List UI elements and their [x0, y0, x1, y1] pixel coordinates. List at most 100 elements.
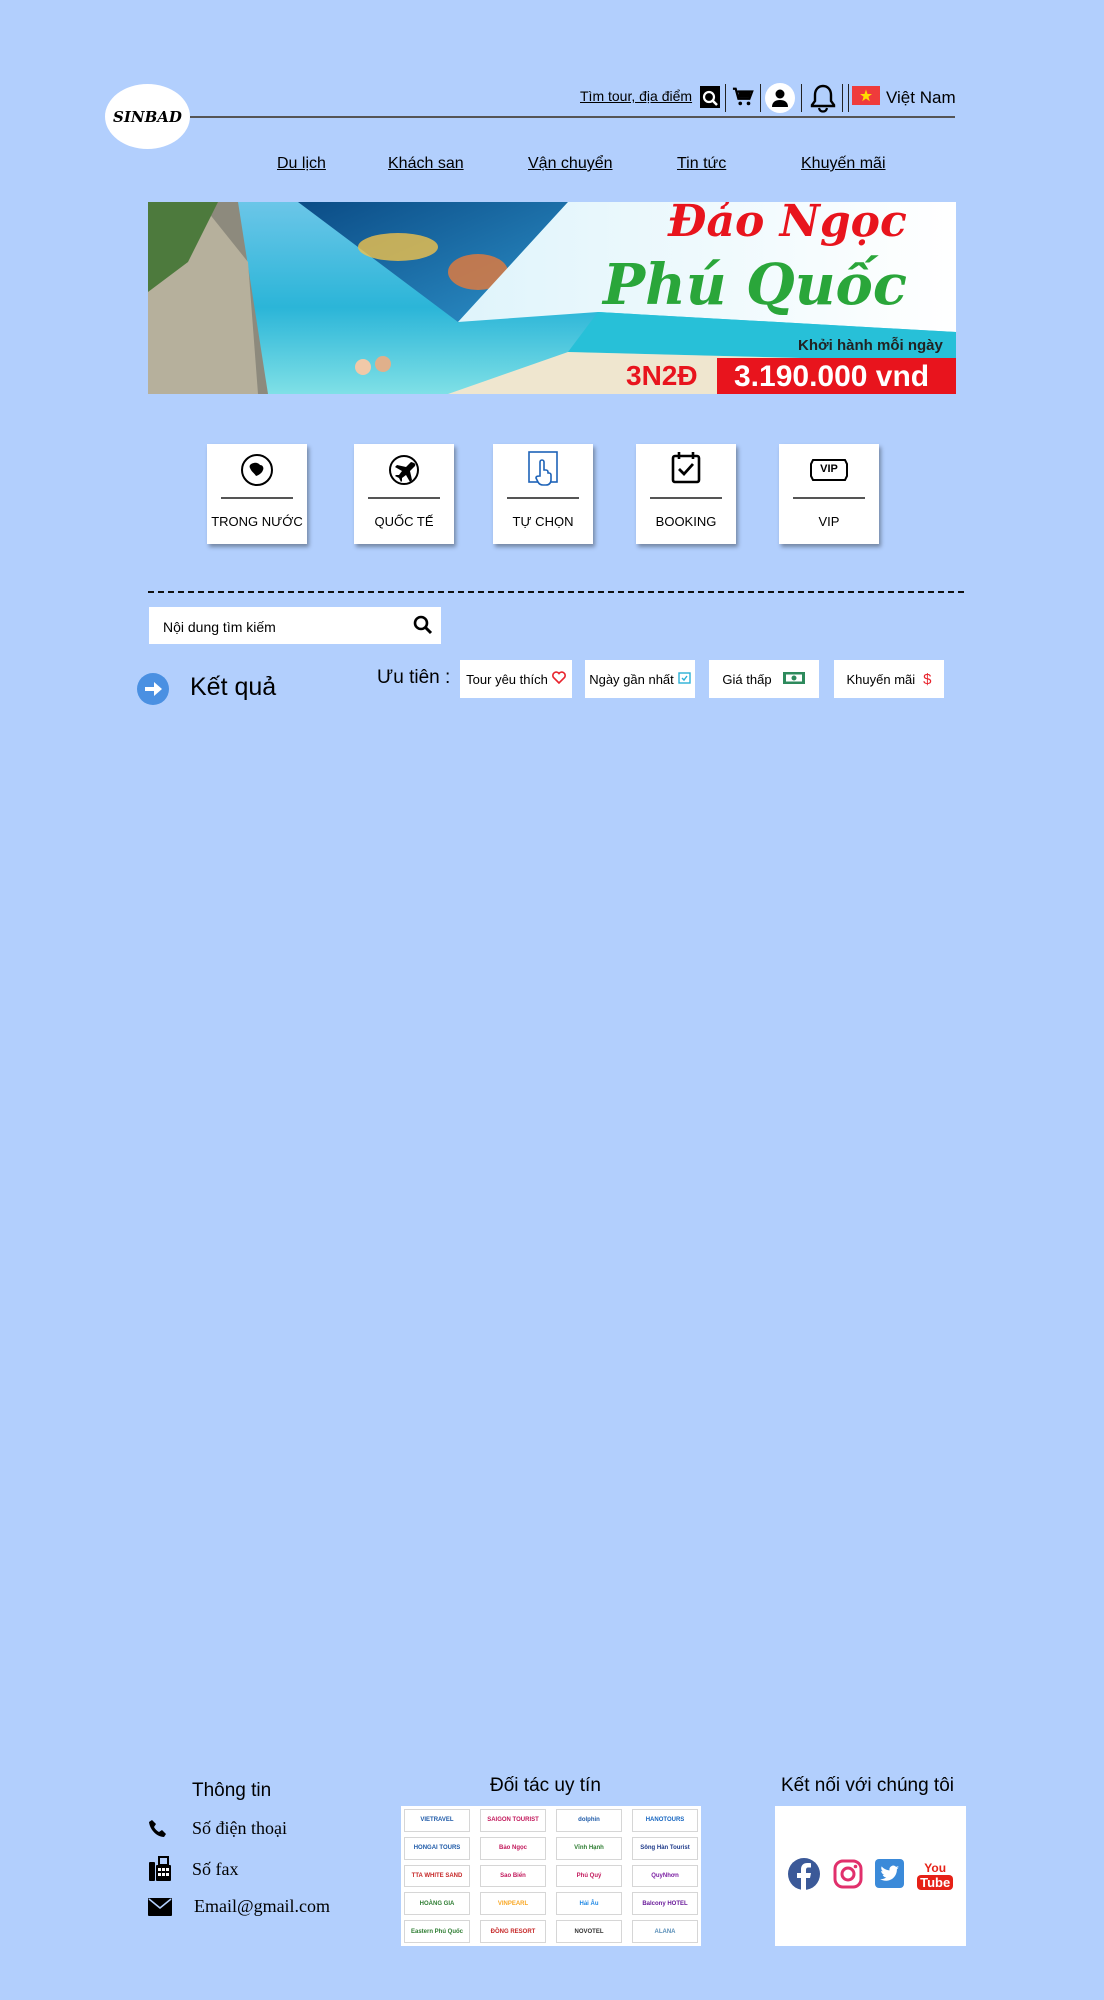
fax-text: Số fax	[192, 1858, 239, 1879]
notification-bell-icon[interactable]	[808, 82, 838, 114]
partner-logo[interactable]: Hải Âu	[556, 1892, 622, 1916]
partner-logo[interactable]: Sao Biển	[480, 1864, 546, 1888]
header-separator	[725, 84, 726, 112]
search-icon[interactable]	[413, 615, 433, 640]
nav-du-lich[interactable]: Du lịch	[277, 155, 326, 173]
fax-icon	[148, 1856, 172, 1882]
partner-logo[interactable]: Bảo Ngọc	[480, 1836, 546, 1860]
youtube-icon[interactable]: You Tube	[917, 1861, 954, 1890]
twitter-icon[interactable]	[875, 1859, 905, 1893]
header-separator	[842, 84, 843, 112]
partner-logo[interactable]: HOÀNG GIA	[404, 1892, 470, 1916]
partner-logo[interactable]: SAIGON TOURIST	[480, 1809, 546, 1832]
dollar-icon: $	[923, 670, 932, 688]
nav-khuyen-mai[interactable]: Khuyến mãi	[801, 155, 886, 173]
header-separator	[848, 84, 849, 112]
category-label: VIP	[818, 514, 840, 529]
category-booking[interactable]: BOOKING	[636, 444, 736, 544]
partner-logo[interactable]: TTA WHITE SAND	[404, 1864, 470, 1888]
category-label: TRONG NƯỚC	[211, 514, 303, 529]
banner-subtitle: Khởi hành mỗi ngày	[798, 337, 943, 354]
card-divider	[507, 497, 579, 499]
partner-logo[interactable]: ĐỒNG RESORT	[480, 1920, 546, 1943]
nav-tin-tuc[interactable]: Tin tức	[677, 155, 726, 173]
partner-logo[interactable]: HONGAI TOURS	[404, 1836, 470, 1860]
category-label: QUỐC TẾ	[374, 514, 434, 529]
banner-title-line2: Phú Quốc	[603, 252, 907, 318]
category-label: TỰ CHỌN	[512, 514, 574, 529]
partner-logo[interactable]: Vĩnh Hạnh	[556, 1836, 622, 1860]
calendar-icon	[678, 671, 691, 687]
contact-phone[interactable]: Số điện thoại	[148, 1818, 287, 1839]
partner-logo[interactable]: ALANA	[632, 1920, 698, 1943]
partner-logo[interactable]: dolphin	[556, 1809, 622, 1832]
partner-logo[interactable]: NOVOTEL	[556, 1920, 622, 1943]
filter-label: Giá thấp	[722, 671, 772, 687]
partner-logo[interactable]: Phú Quý	[556, 1864, 622, 1888]
banner-price: 3.190.000 vnd	[734, 360, 930, 393]
airplane-icon	[354, 452, 454, 488]
footer-info-title: Thông tin	[192, 1780, 272, 1801]
nav-van-chuyen[interactable]: Vận chuyển	[528, 155, 613, 173]
vietnam-map-icon	[207, 452, 307, 488]
card-divider	[221, 497, 293, 499]
contact-email[interactable]: Email@gmail.com	[148, 1896, 330, 1917]
facebook-icon[interactable]	[787, 1857, 820, 1895]
instagram-icon[interactable]	[833, 1859, 863, 1894]
filter-tour-yeu-thich[interactable]: Tour yêu thích	[460, 660, 572, 698]
header-separator	[760, 84, 761, 112]
money-icon	[782, 671, 806, 688]
partner-logo[interactable]: VINPEARL	[480, 1892, 546, 1916]
youtube-text-bottom: Tube	[917, 1875, 954, 1890]
vip-ticket-icon: VIP	[779, 452, 879, 488]
footer-partners-title: Đối tác uy tín	[490, 1775, 601, 1796]
nav-khach-san[interactable]: Khách san	[388, 155, 464, 173]
partner-logo[interactable]: Eastern Phú Quốc	[404, 1920, 470, 1943]
search-icon[interactable]	[699, 85, 721, 109]
phone-text: Số điện thoại	[192, 1818, 287, 1838]
header-divider	[190, 116, 955, 118]
category-trong-nuoc[interactable]: TRONG NƯỚC	[207, 444, 307, 544]
youtube-text-top: You	[924, 1861, 947, 1875]
partners-panel: VIETRAVEL SAIGON TOURIST dolphin HANOTOURS H…	[401, 1806, 701, 1946]
promo-banner[interactable]: Đảo Ngọc Phú Quốc Khởi hành mỗi ngày 3N2…	[148, 202, 956, 394]
site-logo[interactable]: SINBAD	[105, 84, 190, 149]
arrow-right-circle-icon	[137, 673, 169, 705]
category-tu-chon[interactable]: TỰ CHỌN	[493, 444, 593, 544]
partner-logo[interactable]: QuyNhơn	[632, 1864, 698, 1888]
search-input[interactable]	[161, 607, 405, 646]
filter-label: Ngày gần nhất	[589, 671, 674, 687]
category-vip[interactable]: VIP VIP	[779, 444, 879, 544]
partner-logo[interactable]: Balcony HOTEL	[632, 1892, 698, 1916]
vip-badge-text: VIP	[820, 463, 838, 475]
contact-fax[interactable]: Số fax	[148, 1856, 239, 1882]
calendar-check-icon	[636, 450, 736, 486]
category-label: BOOKING	[655, 514, 717, 529]
section-divider	[148, 591, 964, 593]
logo-text: SINBAD	[113, 107, 182, 126]
banner-title-line1: Đảo Ngọc	[668, 202, 907, 247]
partner-logo[interactable]: VIETRAVEL	[404, 1809, 470, 1832]
search-tour-link[interactable]: Tìm tour, địa điểm	[580, 88, 692, 104]
cart-icon[interactable]	[731, 85, 755, 109]
card-divider	[650, 497, 722, 499]
social-panel: You Tube	[775, 1806, 966, 1946]
touch-hand-icon	[493, 450, 593, 486]
partner-logo[interactable]: HANOTOURS	[632, 1809, 698, 1832]
email-text: Email@gmail.com	[194, 1896, 331, 1916]
filter-khuyen-mai[interactable]: Khuyến mãi $	[834, 660, 944, 698]
filter-label: Khuyến mãi	[846, 671, 916, 687]
card-divider	[793, 497, 865, 499]
results-title: Kết quả	[190, 673, 277, 701]
user-account-icon[interactable]	[765, 83, 795, 113]
category-quoc-te[interactable]: QUỐC TẾ	[354, 444, 454, 544]
filter-label: Tour yêu thích	[466, 671, 548, 687]
partner-logo[interactable]: Sông Hàn Tourist	[632, 1836, 698, 1860]
filter-ngay-gan-nhat[interactable]: Ngày gần nhất	[585, 660, 695, 698]
priority-label: Ưu tiên :	[377, 667, 451, 688]
language-selector[interactable]: Việt Nam	[886, 88, 956, 108]
vietnam-flag-icon[interactable]	[852, 86, 880, 105]
envelope-icon	[148, 1897, 172, 1916]
search-box	[149, 607, 441, 646]
filter-gia-thap[interactable]: Giá thấp	[709, 660, 819, 698]
